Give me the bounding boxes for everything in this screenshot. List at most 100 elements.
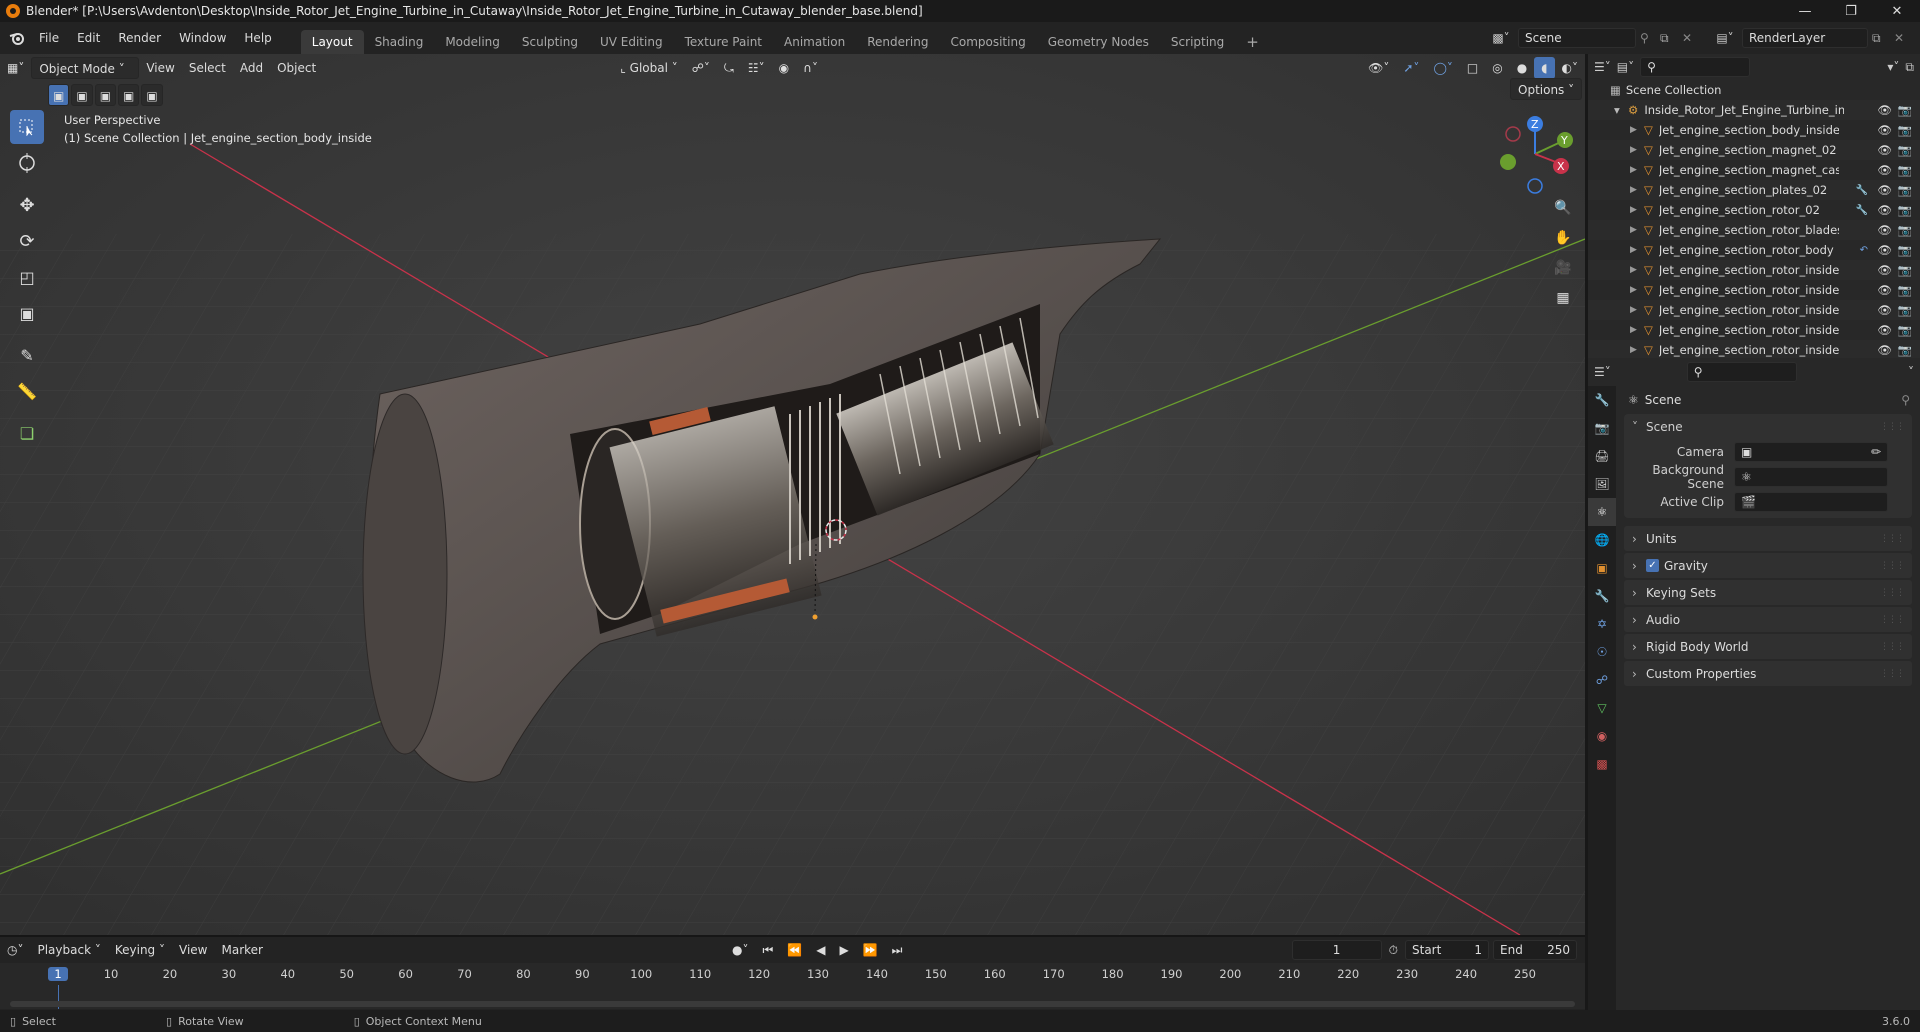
play-button[interactable]: ▶ (832, 939, 855, 961)
render-camera-icon[interactable]: 📷 (1898, 123, 1912, 137)
drag-grip-icon[interactable]: ⋮⋮⋮ (1880, 534, 1905, 544)
preview-range-icon[interactable]: ⏱ (1382, 939, 1405, 961)
render-camera-icon[interactable]: 📷 (1898, 263, 1912, 277)
visibility-eye-icon[interactable]: 👁 (1877, 263, 1892, 277)
end-frame-field[interactable]: End 250 (1493, 940, 1577, 960)
gravity-section[interactable]: › ✓ Gravity ⋮⋮⋮ (1624, 553, 1912, 578)
rotate-tool[interactable]: ⟳ (10, 224, 44, 258)
transform-tool[interactable]: ▣ (10, 296, 44, 330)
drag-grip-icon[interactable]: ⋮⋮⋮ (1880, 615, 1905, 625)
scale-tool[interactable]: ◰ (10, 260, 44, 294)
visibility-eye-icon[interactable]: 👁 (1877, 183, 1892, 197)
renderlayer-icon[interactable]: ▤˅ (1712, 31, 1738, 45)
outliner-object-row[interactable]: ▶▽ Jet_engine_section_rotor_inside_00 👁 📷 (1588, 300, 1920, 320)
rigid-body-world-section[interactable]: › Rigid Body World ⋮⋮⋮ (1624, 634, 1912, 659)
visibility-eye-icon[interactable]: 👁 (1877, 223, 1892, 237)
outliner-object-row[interactable]: ▶▽ Jet_engine_section_rotor_inside_04 👁 📷 (1588, 340, 1920, 360)
drag-grip-icon[interactable]: ⋮⋮⋮ (1880, 561, 1905, 571)
render-camera-icon[interactable]: 📷 (1898, 343, 1912, 357)
zoom-icon[interactable]: 🔍 (1549, 194, 1577, 222)
new-renderlayer-icon[interactable]: ⧉ (1872, 31, 1890, 46)
material-tab-icon[interactable]: ◉ (1588, 722, 1616, 750)
timeline-ruler[interactable]: 1 10 20 30 40 50 60 70 80 90 100 110 120 130 140 150 160… (0, 963, 1585, 1009)
render-tab-icon[interactable]: 📷 (1588, 414, 1616, 442)
renderlayer-selector[interactable]: RenderLayer (1742, 28, 1868, 48)
select-new-icon[interactable]: ▣ (48, 84, 70, 106)
select-difference-icon[interactable]: ▣ (118, 84, 140, 106)
visibility-eye-icon[interactable]: 👁 (1877, 303, 1892, 317)
snap-icon[interactable]: ⤿ (717, 57, 741, 79)
keying-sets-section[interactable]: › Keying Sets ⋮⋮⋮ (1624, 580, 1912, 605)
jump-start-button[interactable]: ⏮ (755, 939, 780, 961)
visibility-eye-icon[interactable]: 👁 (1877, 143, 1892, 157)
start-frame-field[interactable]: Start 1 (1405, 940, 1489, 960)
render-camera-icon[interactable]: 📷 (1898, 203, 1912, 217)
new-scene-icon[interactable]: ⧉ (1660, 31, 1678, 46)
material-shading-icon[interactable]: ◖ (1534, 57, 1555, 79)
tab-layout[interactable]: Layout (300, 30, 364, 54)
menu-add[interactable]: Add (233, 57, 270, 79)
select-intersect-icon[interactable]: ▣ (141, 84, 163, 106)
eyedropper-icon[interactable]: ✏ (1871, 443, 1881, 461)
outliner-object-row[interactable]: ▶ ▽ Jet_engine_section_rotor_02 🔧 👁 📷 (1588, 200, 1920, 220)
particles-tab-icon[interactable]: ✡ (1588, 610, 1616, 638)
transform-orientation[interactable]: ⌞ Global ˅ (613, 57, 685, 79)
pin-context-icon[interactable]: ⚲ (1901, 393, 1910, 407)
constraints-tab-icon[interactable]: ☍ (1588, 666, 1616, 694)
menu-object[interactable]: Object (270, 57, 323, 79)
active-clip-field[interactable]: 🎬 (1734, 491, 1888, 512)
filter-icon[interactable]: ▾˅ (1887, 60, 1899, 74)
physics-tab-icon[interactable]: ☉ (1588, 638, 1616, 666)
close-icon[interactable]: ✕ (1874, 0, 1920, 22)
menu-keying[interactable]: Keying ˅ (108, 939, 172, 961)
perspective-toggle-icon[interactable]: ▦ (1549, 284, 1577, 312)
expand-icon[interactable]: ▶ (1630, 225, 1644, 235)
tab-scripting[interactable]: Scripting (1160, 30, 1235, 54)
render-camera-icon[interactable]: 📷 (1898, 103, 1912, 117)
texture-tab-icon[interactable]: ▩ (1588, 750, 1616, 778)
view-layer-tab-icon[interactable]: 🖼 (1588, 470, 1616, 498)
background-scene-field[interactable]: ⚛ (1734, 466, 1888, 487)
audio-section[interactable]: › Audio ⋮⋮⋮ (1624, 607, 1912, 632)
render-camera-icon[interactable]: 📷 (1898, 163, 1912, 177)
drag-grip-icon[interactable]: ⋮⋮⋮ (1880, 588, 1905, 598)
menu-file[interactable]: File (30, 27, 68, 49)
delete-scene-icon[interactable]: ✕ (1682, 31, 1700, 45)
expand-icon[interactable]: ▶ (1630, 205, 1644, 215)
move-tool[interactable]: ✥ (10, 188, 44, 222)
jump-end-button[interactable]: ⏭ (885, 939, 910, 961)
record-button[interactable]: ●˅ (725, 939, 755, 961)
maximize-icon[interactable]: ❐ (1828, 0, 1874, 22)
mode-selector[interactable]: Object Mode ˅ (31, 57, 140, 79)
visibility-eye-icon[interactable]: 👁 (1877, 243, 1892, 257)
wireframe-shading-icon[interactable]: ◎ (1485, 57, 1509, 79)
proportional-edit-icon[interactable]: ◉ (772, 57, 796, 79)
tab-animation[interactable]: Animation (773, 30, 856, 54)
select-box-tool[interactable] (10, 110, 44, 144)
tab-uv-editing[interactable]: UV Editing (589, 30, 674, 54)
camera-view-icon[interactable]: 🎥 (1549, 254, 1577, 282)
data-tab-icon[interactable]: ▽ (1588, 694, 1616, 722)
menu-edit[interactable]: Edit (68, 27, 109, 49)
select-extend-icon[interactable]: ▣ (71, 84, 93, 106)
options-dropdown[interactable]: Options ˅ (1510, 78, 1583, 100)
xray-icon[interactable]: □ (1460, 57, 1485, 79)
expand-icon[interactable]: ▶ (1630, 325, 1644, 335)
tool-tab-icon[interactable]: 🔧 (1588, 386, 1616, 414)
current-frame-field[interactable]: 1 (1291, 940, 1382, 960)
next-keyframe-button[interactable]: ⏩ (856, 939, 885, 961)
expand-icon[interactable]: ▶ (1630, 345, 1644, 355)
visibility-eye-icon[interactable]: 👁 (1877, 323, 1892, 337)
prev-keyframe-button[interactable]: ⏪ (780, 939, 809, 961)
tab-geometry-nodes[interactable]: Geometry Nodes (1037, 30, 1160, 54)
tab-texture-paint[interactable]: Texture Paint (674, 30, 773, 54)
outliner-editor-type-icon[interactable]: ☰˅ (1594, 60, 1611, 74)
visibility-eye-icon[interactable]: 👁 (1877, 103, 1892, 117)
gizmo-toggle-icon[interactable]: ➚˅ (1396, 57, 1426, 79)
collection-row[interactable]: ▾ ⚙ Inside_Rotor_Jet_Engine_Turbine_in_C… (1588, 100, 1920, 120)
outliner-object-row[interactable]: ▶ ▽ Jet_engine_section_rotor_body ↶ 👁 📷 (1588, 240, 1920, 260)
outliner-object-row[interactable]: ▶ ▽ Jet_engine_section_plates_02 🔧 👁 📷 (1588, 180, 1920, 200)
world-tab-icon[interactable]: 🌐 (1588, 526, 1616, 554)
timeline-scrollbar[interactable] (10, 1001, 1575, 1007)
expand-icon[interactable]: ▶ (1630, 285, 1644, 295)
